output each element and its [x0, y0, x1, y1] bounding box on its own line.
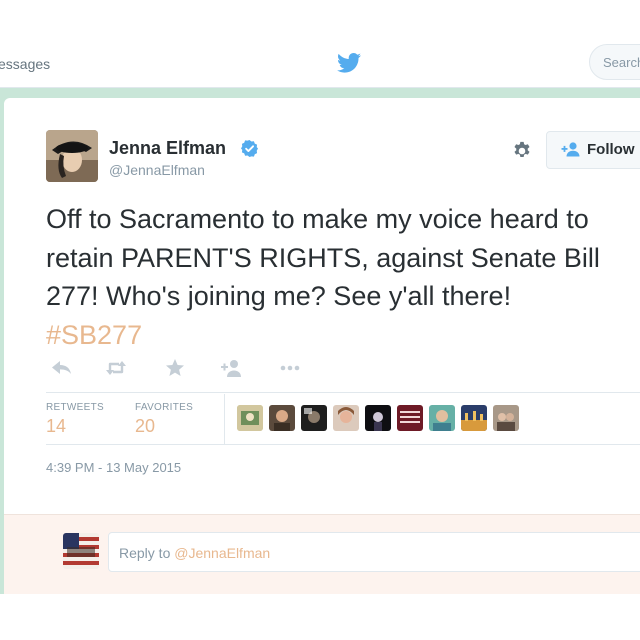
gear-icon[interactable]: [511, 140, 533, 162]
favoriter-avatar[interactable]: [237, 405, 263, 431]
favorites-count[interactable]: 20: [135, 416, 155, 437]
favoriter-avatar[interactable]: [493, 405, 519, 431]
retweets-count[interactable]: 14: [46, 416, 66, 437]
favorites-label: FAVORITES: [135, 402, 194, 413]
tweet-timestamp[interactable]: 4:39 PM - 13 May 2015: [46, 460, 181, 475]
tweet-text-line: retain PARENT'S RIGHTS, against Senate B…: [46, 242, 600, 273]
favoriter-avatar[interactable]: [365, 405, 391, 431]
follow-user-icon[interactable]: [220, 356, 244, 380]
author-handle[interactable]: @JennaElfman: [109, 162, 205, 178]
stats-top-divider: [46, 392, 640, 393]
reply-icon[interactable]: [50, 356, 74, 380]
stats-separator: [224, 394, 225, 444]
author-avatar[interactable]: [46, 130, 98, 182]
retweets-label: RETWEETS: [46, 402, 104, 413]
top-navigation-bar: essages Search: [0, 0, 640, 88]
reply-input[interactable]: Reply to @JennaElfman: [108, 532, 640, 572]
reply-area: Reply to @JennaElfman: [4, 514, 640, 594]
tweet-modal-frame: Jenna Elfman @JennaElfman Follow Off to …: [0, 88, 640, 594]
current-user-avatar[interactable]: [63, 533, 99, 569]
stats-bottom-divider: [46, 444, 640, 445]
favoriter-avatar[interactable]: [461, 405, 487, 431]
hashtag-link[interactable]: #SB277: [46, 316, 640, 355]
tweet-text-line: 277! Who's joining me? See y'all there!: [46, 281, 512, 311]
favoriter-avatar[interactable]: [333, 405, 359, 431]
reply-prefix: Reply to: [119, 545, 175, 561]
reply-mention: @JennaElfman: [174, 545, 271, 561]
favorite-icon[interactable]: [163, 356, 187, 380]
tweet-card: Jenna Elfman @JennaElfman Follow Off to …: [4, 98, 640, 594]
favoriter-avatar[interactable]: [429, 405, 455, 431]
favoriter-avatar[interactable]: [301, 405, 327, 431]
add-user-icon: [561, 142, 580, 157]
author-name[interactable]: Jenna Elfman: [109, 138, 226, 159]
page-bottom: [0, 594, 640, 640]
tweet-text: Off to Sacramento to make my voice heard…: [46, 200, 640, 354]
favoriter-avatar[interactable]: [269, 405, 295, 431]
verified-badge-icon: [241, 140, 258, 157]
twitter-bird-icon[interactable]: [337, 52, 361, 74]
more-icon[interactable]: [278, 356, 302, 380]
tweet-text-line: Off to Sacramento to make my voice heard…: [46, 204, 589, 234]
favoriter-avatar[interactable]: [397, 405, 423, 431]
search-placeholder: Search: [603, 55, 640, 70]
search-input[interactable]: Search: [589, 44, 640, 80]
follow-label: Follow: [587, 141, 635, 158]
retweet-icon[interactable]: [104, 356, 128, 380]
follow-button[interactable]: Follow: [546, 131, 640, 169]
nav-messages-link[interactable]: essages: [0, 56, 50, 72]
